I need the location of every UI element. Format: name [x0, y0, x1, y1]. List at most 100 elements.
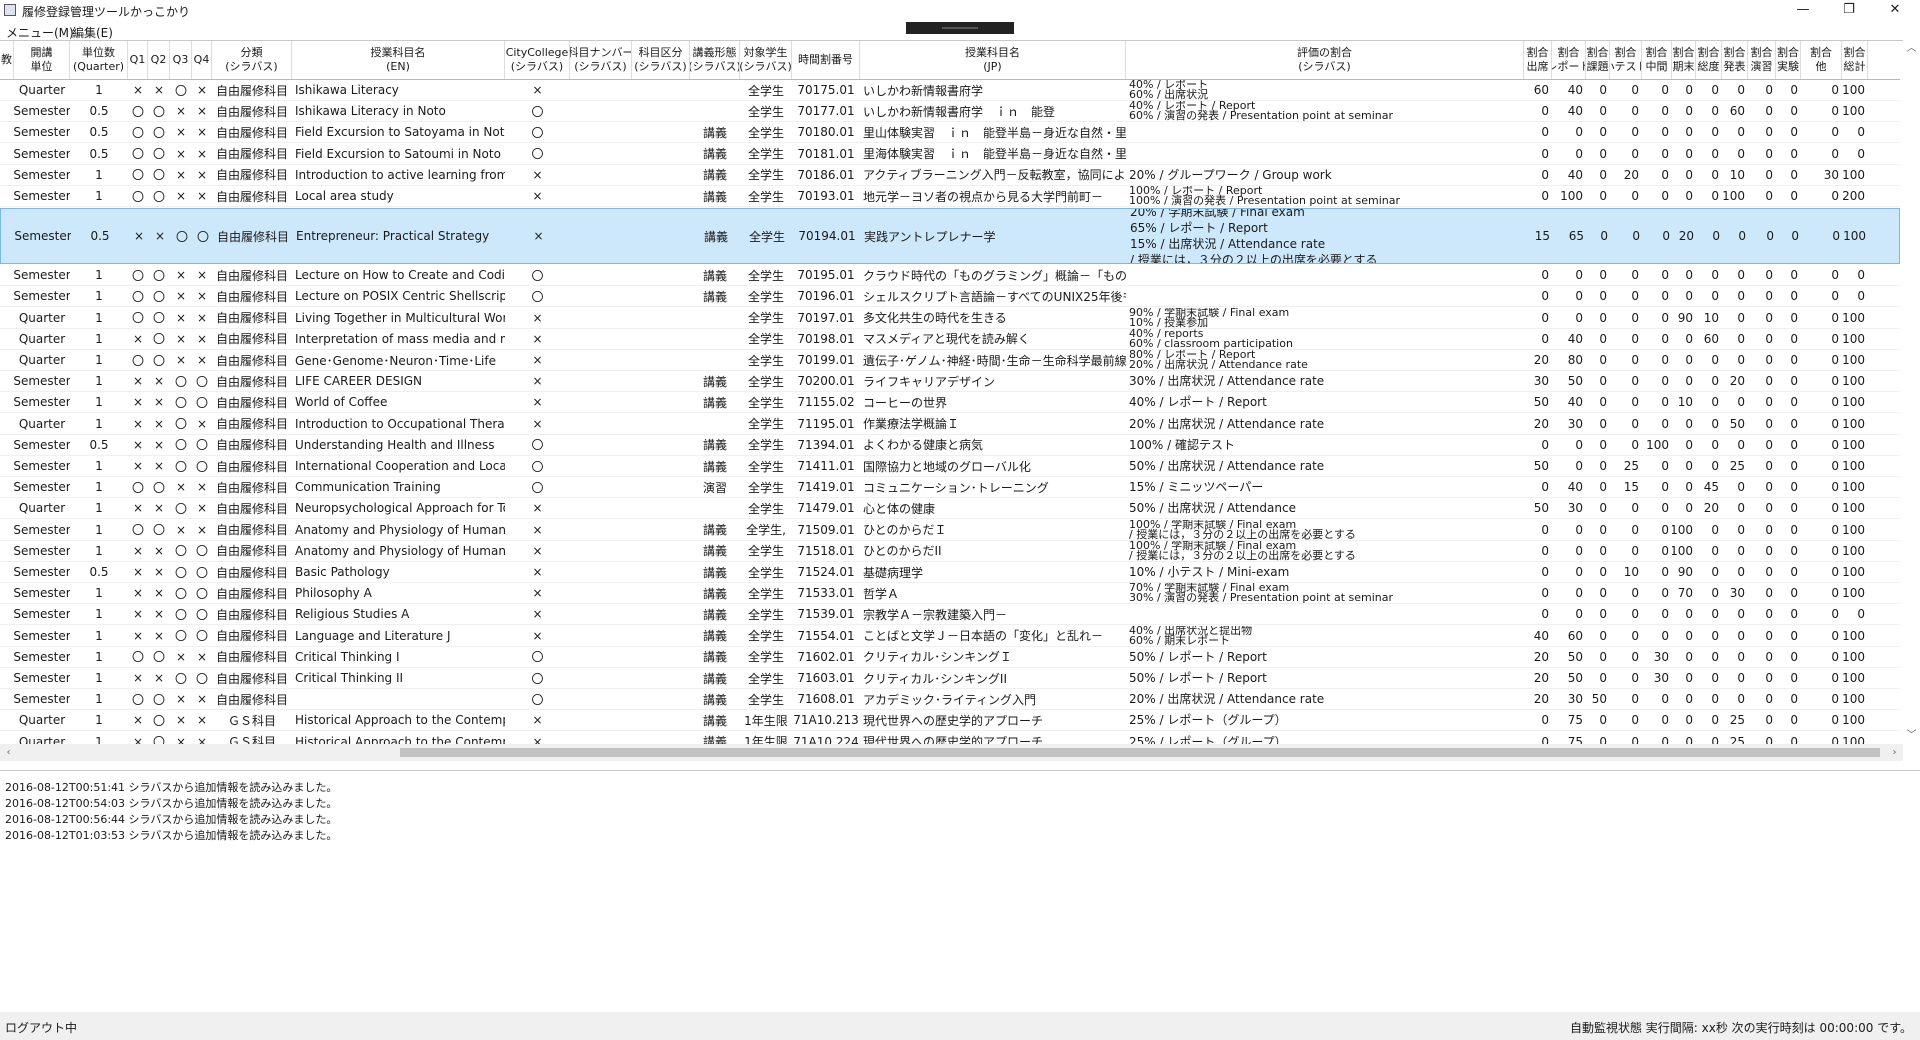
cell-ratio[interactable]: 0	[1586, 265, 1610, 285]
cell-q4[interactable]: ×	[192, 144, 212, 164]
cell-q2[interactable]: ×	[148, 626, 170, 646]
table-row[interactable]: Semester 1 〇〇 × × 自由履修科目 Introduction to activ…	[0, 165, 1900, 186]
cell-ratio[interactable]: 100	[1842, 689, 1868, 709]
cell-q4[interactable]: 〇	[192, 371, 212, 391]
cell-evaluation[interactable]: 40% / レポート / Report 60% / 演習の発表 / Present…	[1126, 101, 1524, 121]
cell-ratio[interactable]: 100	[1842, 435, 1868, 455]
cell-ratio[interactable]: 0	[1722, 689, 1748, 709]
cell-number[interactable]	[570, 435, 632, 455]
cell-ratio[interactable]: 0	[1586, 122, 1610, 142]
cell-q3[interactable]: 〇	[170, 435, 192, 455]
cell[interactable]	[0, 144, 14, 164]
cell-name-jp[interactable]: 地元学－ヨソ者の視点から見る大学門前町－	[860, 186, 1126, 206]
table-row[interactable]: Semester 1 × × 〇〇自由履修科目 Language and Literatu…	[0, 626, 1900, 647]
cell-q1[interactable]: ×	[128, 456, 148, 476]
cell-ratio[interactable]: 0	[1610, 286, 1642, 306]
cell-lecture-type[interactable]	[690, 101, 740, 121]
cell-category[interactable]: 自由履修科目	[212, 101, 292, 121]
cell-ratio[interactable]: 0	[1801, 371, 1842, 391]
cell-ratio[interactable]: 0	[1722, 626, 1748, 646]
cell-unit[interactable]: Quarter	[14, 308, 70, 328]
cell-q4[interactable]: ×	[192, 165, 212, 185]
cell-ratio[interactable]: 0	[1696, 350, 1722, 370]
scroll-down-icon[interactable]: ﹀	[1903, 727, 1920, 744]
cell-name-en[interactable]: Introduction to Occupational Therapy	[292, 414, 505, 434]
cell-ratio[interactable]: 0	[1722, 541, 1748, 561]
cell-q4[interactable]: ×	[192, 414, 212, 434]
column-header-c14[interactable]: 時間割番号	[792, 41, 860, 79]
cell-ratio[interactable]: 0	[1748, 520, 1776, 540]
cell-q2[interactable]: 〇	[148, 477, 170, 497]
cell-unit[interactable]: Semester	[14, 286, 70, 306]
cell-ratio[interactable]: 0	[1748, 541, 1776, 561]
cell-ratio[interactable]: 0	[1776, 122, 1801, 142]
cell-evaluation[interactable]	[1126, 265, 1524, 285]
column-header-c26[interactable]: 割合 実験	[1776, 41, 1801, 79]
cell-citycollege[interactable]: ×	[505, 186, 570, 206]
cell-q3[interactable]: ×	[170, 186, 192, 206]
cell-q2[interactable]: 〇	[148, 308, 170, 328]
cell-ratio[interactable]: 30	[1552, 689, 1586, 709]
cell-q2[interactable]: 〇	[148, 520, 170, 540]
column-header-c13[interactable]: 対象学生 (シラバス)	[740, 41, 792, 79]
cell-citycollege[interactable]: ×	[505, 371, 570, 391]
cell-q4[interactable]: ×	[192, 101, 212, 121]
cell-q2[interactable]: ×	[148, 541, 170, 561]
cell-ratio[interactable]: 0	[1776, 456, 1801, 476]
cell-lecture-type[interactable]: 講義	[690, 456, 740, 476]
cell-ratio[interactable]: 0	[1586, 583, 1610, 603]
cell-name-en[interactable]: Philosophy A	[292, 583, 505, 603]
cell-unit[interactable]: Semester	[14, 541, 70, 561]
cell-lecture-type[interactable]	[690, 80, 740, 100]
cell-number[interactable]	[570, 414, 632, 434]
cell-ratio[interactable]: 0	[1696, 541, 1722, 561]
cell-ratio[interactable]: 50	[1552, 647, 1586, 667]
cell-number[interactable]	[570, 329, 632, 349]
cell-ratio[interactable]: 30	[1552, 414, 1586, 434]
cell-name-en[interactable]: Anatomy and Physiology of Human 2	[292, 541, 505, 561]
column-header-c27[interactable]: 割合 他	[1801, 41, 1842, 79]
cell-q3[interactable]: 〇	[170, 414, 192, 434]
column-header-c24[interactable]: 割合 発表	[1722, 41, 1748, 79]
cell-lecture-type[interactable]: 講義	[691, 209, 741, 263]
cell-ratio[interactable]: 0	[1610, 583, 1642, 603]
cell-evaluation[interactable]: 50% / 出席状況 / Attendance	[1126, 498, 1524, 518]
cell[interactable]	[0, 477, 14, 497]
cell-ratio[interactable]: 100	[1672, 520, 1696, 540]
cell[interactable]	[0, 286, 14, 306]
column-header-c22[interactable]: 割合 期末	[1672, 41, 1696, 79]
cell-division[interactable]	[632, 626, 690, 646]
cell-q3[interactable]: 〇	[171, 209, 193, 263]
cell-citycollege[interactable]: 〇	[505, 122, 570, 142]
cell[interactable]	[0, 186, 14, 206]
cell-ratio[interactable]: 100	[1842, 308, 1868, 328]
cell-category[interactable]: 自由履修科目	[212, 350, 292, 370]
cell[interactable]	[0, 329, 14, 349]
cell-category[interactable]: 自由履修科目	[212, 541, 292, 561]
cell[interactable]	[0, 710, 14, 730]
cell-category[interactable]: 自由履修科目	[212, 435, 292, 455]
cell-name-en[interactable]	[292, 689, 505, 709]
cell-target[interactable]: 全学生	[740, 308, 792, 328]
cell-ratio[interactable]: 0	[1722, 144, 1748, 164]
cell-ratio[interactable]: 0	[1801, 626, 1842, 646]
cell-ratio[interactable]: 0	[1672, 265, 1696, 285]
cell-ratio[interactable]: 0	[1586, 286, 1610, 306]
cell-ratio[interactable]: 0	[1586, 647, 1610, 667]
cell-target[interactable]: 全学生	[740, 626, 792, 646]
cell-number[interactable]	[570, 392, 632, 412]
cell-ratio[interactable]: 0	[1722, 392, 1748, 412]
cell-ratio[interactable]: 0	[1749, 209, 1777, 263]
cell-q4[interactable]: 〇	[192, 604, 212, 624]
cell-citycollege[interactable]: 〇	[505, 435, 570, 455]
cell[interactable]	[0, 80, 14, 100]
cell-ratio[interactable]: 0	[1696, 626, 1722, 646]
cell-division[interactable]	[632, 350, 690, 370]
cell-ratio[interactable]: 0	[1748, 122, 1776, 142]
cell-ratio[interactable]: 15	[1610, 477, 1642, 497]
cell-citycollege[interactable]: ×	[505, 604, 570, 624]
cell-ratio[interactable]: 50	[1552, 668, 1586, 688]
cell-ratio[interactable]: 0	[1801, 562, 1842, 582]
cell-name-en[interactable]: Language and Literature J	[292, 626, 505, 646]
cell-category[interactable]: 自由履修科目	[212, 414, 292, 434]
